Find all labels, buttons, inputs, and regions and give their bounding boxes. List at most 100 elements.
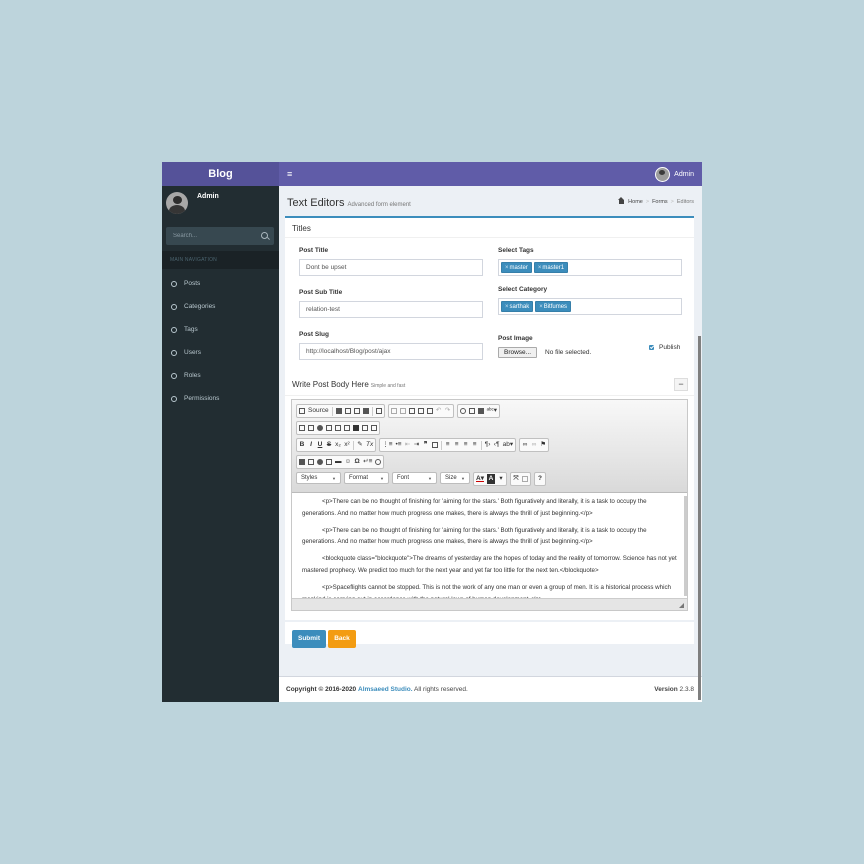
size-combo[interactable]: Size ▼ xyxy=(440,472,470,484)
div-icon[interactable] xyxy=(431,442,438,448)
copy-icon[interactable] xyxy=(399,408,406,414)
publish-checkbox[interactable] xyxy=(649,345,654,350)
templates-icon[interactable] xyxy=(375,408,382,414)
link-icon[interactable]: ∞ xyxy=(522,440,528,450)
align-left-icon[interactable]: ≡ xyxy=(445,440,451,450)
remove-format-button[interactable]: Tx xyxy=(366,440,373,450)
special-char-icon[interactable]: Ω xyxy=(354,457,360,467)
button-icon[interactable] xyxy=(353,425,359,431)
radio-icon[interactable] xyxy=(317,425,323,431)
category-chip[interactable]: ×sarthak xyxy=(501,301,534,312)
chevron-down-icon[interactable]: ▾ xyxy=(498,474,504,484)
underline-button[interactable]: U xyxy=(317,440,323,450)
superscript-button[interactable]: x² xyxy=(344,440,350,450)
replace-icon[interactable] xyxy=(468,408,475,414)
post-title-input[interactable] xyxy=(299,259,483,276)
justify-icon[interactable]: ≡ xyxy=(472,440,478,450)
resize-handle-icon[interactable] xyxy=(679,603,684,608)
select-all-icon[interactable] xyxy=(477,408,484,414)
search-icon[interactable] xyxy=(261,232,268,239)
breadcrumb-home[interactable]: Home xyxy=(628,199,643,205)
format-combo[interactable]: Format ▼ xyxy=(344,472,389,484)
sidebar-toggle-icon[interactable]: ≡ xyxy=(287,162,292,186)
unlink-icon[interactable]: ∞ xyxy=(531,440,537,450)
collapse-button[interactable]: − xyxy=(674,378,688,391)
remove-icon[interactable]: × xyxy=(538,265,542,271)
italic-button[interactable]: I xyxy=(308,440,314,450)
tags-select[interactable]: ×master ×master1 xyxy=(498,259,682,276)
source-button[interactable]: Source xyxy=(308,406,329,416)
horizontal-rule-icon[interactable]: ▬ xyxy=(335,457,342,467)
category-chip[interactable]: ×Bitfumes xyxy=(535,301,572,312)
smiley-icon[interactable]: ☺ xyxy=(345,457,352,467)
select-icon[interactable] xyxy=(344,425,350,431)
indent-icon[interactable]: ⇥ xyxy=(414,440,420,450)
anchor-icon[interactable]: ⚑ xyxy=(540,440,546,450)
image-icon[interactable] xyxy=(299,459,305,465)
sidebar-item-posts[interactable]: Posts xyxy=(162,272,279,295)
logo[interactable]: Blog xyxy=(162,162,279,186)
paste-word-icon[interactable] xyxy=(426,408,433,414)
remove-icon[interactable]: × xyxy=(539,304,543,310)
category-select[interactable]: ×sarthak ×Bitfumes xyxy=(498,298,682,315)
outdent-icon[interactable]: ⇤ xyxy=(405,440,411,450)
page-break-icon[interactable]: ↵≡ xyxy=(363,457,372,467)
page-scrollbar[interactable] xyxy=(698,336,701,700)
paste-icon[interactable] xyxy=(408,408,415,414)
tag-chip[interactable]: ×master xyxy=(501,262,532,273)
subscript-button[interactable]: x₂ xyxy=(335,440,341,450)
table-icon[interactable] xyxy=(326,459,332,465)
sidebar-item-users[interactable]: Users xyxy=(162,341,279,364)
iframe-icon[interactable] xyxy=(317,459,323,465)
sidebar-item-tags[interactable]: Tags xyxy=(162,318,279,341)
font-combo[interactable]: Font ▼ xyxy=(392,472,437,484)
language-icon[interactable]: ab▾ xyxy=(503,440,514,450)
find-icon[interactable] xyxy=(459,408,466,414)
sidebar-item-roles[interactable]: Roles xyxy=(162,364,279,387)
spellcheck-icon[interactable]: ᵃᵇᶜ▾ xyxy=(487,406,497,416)
save-icon[interactable] xyxy=(335,408,342,414)
strike-button[interactable]: S xyxy=(326,440,332,450)
textfield-icon[interactable] xyxy=(326,425,332,431)
align-center-icon[interactable]: ≡ xyxy=(454,440,460,450)
footer-company-link[interactable]: Almsaeed Studio. xyxy=(358,686,413,693)
help-button[interactable]: ? xyxy=(537,474,543,484)
editor-scrollbar[interactable] xyxy=(684,496,687,596)
user-menu[interactable]: Admin xyxy=(655,167,694,182)
tag-chip[interactable]: ×master1 xyxy=(533,262,569,273)
bg-color-icon[interactable]: A xyxy=(486,474,495,484)
sidebar-item-categories[interactable]: Categories xyxy=(162,295,279,318)
show-blocks-icon[interactable] xyxy=(521,476,528,482)
bold-button[interactable]: B xyxy=(299,440,305,450)
browse-button[interactable]: Browse... xyxy=(498,347,538,358)
editor-content[interactable]: <p>There can be no thought of finishing … xyxy=(302,496,680,611)
align-right-icon[interactable]: ≡ xyxy=(463,440,469,450)
copy-format-icon[interactable]: ✎ xyxy=(357,440,363,450)
breadcrumb-forms[interactable]: Forms xyxy=(652,199,668,205)
publish-label[interactable]: Publish xyxy=(659,344,680,351)
rtl-icon[interactable]: ‹¶ xyxy=(494,440,500,450)
post-subtitle-input[interactable] xyxy=(299,301,483,318)
maximize-icon[interactable]: ⤧ xyxy=(513,474,519,484)
preview-icon[interactable] xyxy=(353,408,360,414)
remove-icon[interactable]: × xyxy=(505,265,509,271)
ltr-icon[interactable]: ¶› xyxy=(485,440,491,450)
redo-icon[interactable]: ↷ xyxy=(445,406,451,416)
image-button-icon[interactable] xyxy=(362,425,368,431)
styles-combo[interactable]: Styles ▼ xyxy=(296,472,341,484)
sidebar-item-permissions[interactable]: Permissions xyxy=(162,387,279,410)
back-button[interactable]: Back xyxy=(328,630,356,648)
new-page-icon[interactable] xyxy=(344,408,351,414)
source-icon[interactable] xyxy=(299,408,305,414)
remove-icon[interactable]: × xyxy=(505,304,509,310)
search-input[interactable] xyxy=(166,227,253,245)
post-slug-input[interactable] xyxy=(299,343,483,360)
cut-icon[interactable] xyxy=(390,408,397,414)
blockquote-icon[interactable]: ❞ xyxy=(423,440,429,450)
textarea-icon[interactable] xyxy=(335,425,341,431)
form-icon[interactable] xyxy=(299,425,305,431)
undo-icon[interactable]: ↶ xyxy=(436,406,442,416)
bulleted-list-icon[interactable]: •≡ xyxy=(396,440,402,450)
checkbox-icon[interactable] xyxy=(308,425,314,431)
hidden-field-icon[interactable] xyxy=(371,425,377,431)
